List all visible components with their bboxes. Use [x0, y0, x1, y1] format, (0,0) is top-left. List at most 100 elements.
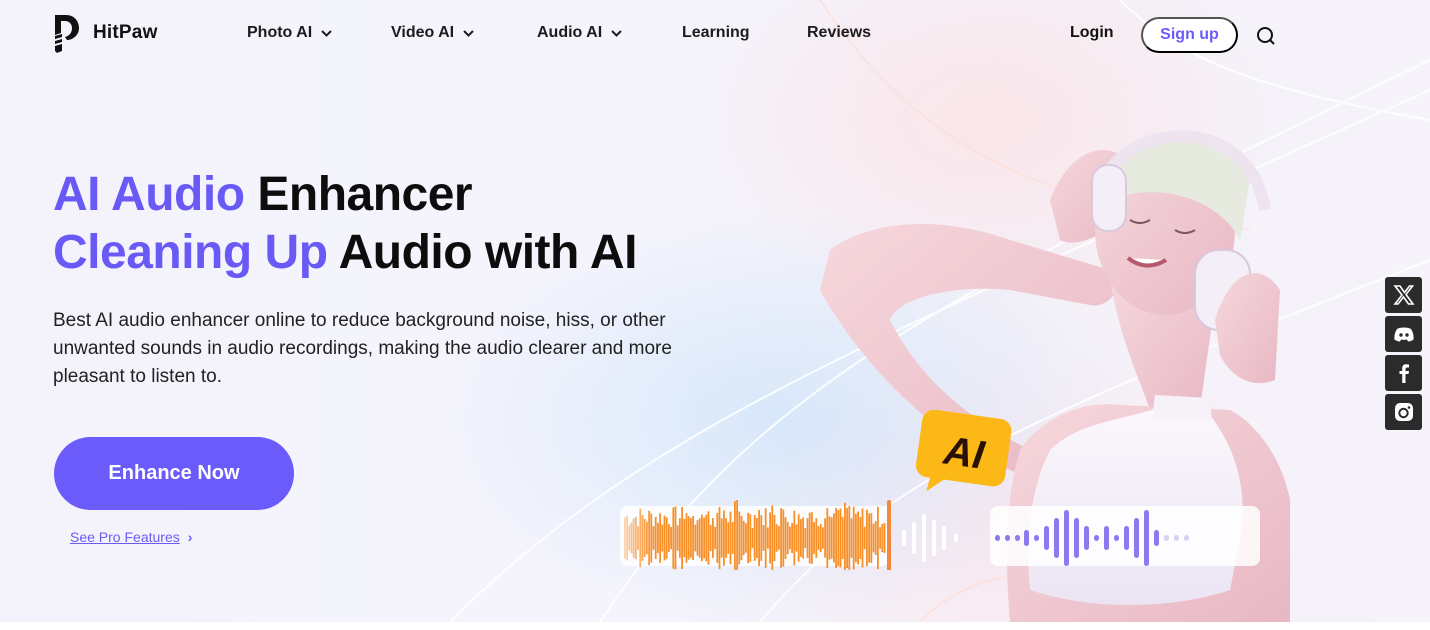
wave-bar	[863, 526, 866, 550]
wave-bar	[1134, 518, 1139, 558]
hitpaw-logo[interactable]: HitPaw	[53, 13, 158, 53]
title-accent-1: AI Audio	[53, 168, 245, 221]
wave-bar	[954, 534, 958, 542]
wave-bar	[995, 535, 1000, 541]
wave-bar	[866, 509, 868, 567]
wave-bar	[773, 514, 776, 562]
wave-bar	[703, 517, 705, 559]
wave-bar	[696, 520, 699, 556]
wave-bar	[844, 502, 846, 570]
wave-bar	[819, 523, 822, 553]
wave-bar	[665, 517, 668, 559]
see-pro-features-label: See Pro Features	[70, 529, 180, 545]
wave-bar	[932, 520, 936, 556]
wave-bar	[709, 525, 712, 551]
discord-icon	[1393, 327, 1414, 342]
wave-bar	[705, 514, 708, 562]
wave-bar	[723, 510, 725, 566]
wave-bar	[738, 511, 741, 565]
wave-bar	[1064, 510, 1069, 566]
wave-bar	[734, 501, 736, 570]
x-icon	[1392, 285, 1415, 305]
wave-bar	[802, 517, 804, 559]
wave-bar	[1054, 518, 1059, 558]
enhance-now-button[interactable]: Enhance Now	[54, 437, 294, 510]
wave-bar	[771, 505, 774, 570]
nav-audio-ai[interactable]: Audio AI	[537, 24, 622, 42]
chevron-right-icon: ›	[187, 529, 193, 545]
login-link[interactable]: Login	[1070, 24, 1114, 42]
wave-bar	[1174, 535, 1179, 541]
wave-bar	[874, 521, 877, 555]
nav-video-ai-label: Video AI	[391, 24, 455, 41]
wave-bar	[628, 525, 631, 551]
wave-bar	[1144, 510, 1149, 566]
wave-bar	[922, 514, 926, 562]
wave-bar	[828, 516, 831, 560]
wave-bar	[714, 526, 716, 550]
wave-bar	[1074, 518, 1079, 558]
wave-bar	[758, 509, 760, 567]
social-discord-button[interactable]	[1385, 316, 1422, 352]
wave-bar	[751, 527, 754, 549]
wave-bar	[657, 522, 659, 554]
nav-audio-ai-label: Audio AI	[537, 24, 603, 41]
wave-bar	[868, 513, 870, 563]
chevron-down-icon	[611, 29, 622, 37]
wave-bar	[729, 511, 732, 565]
social-x-button[interactable]	[1385, 277, 1422, 313]
social-instagram-button[interactable]	[1385, 394, 1422, 430]
wave-bar	[681, 506, 683, 570]
nav-learning[interactable]: Learning	[682, 24, 750, 42]
social-facebook-button[interactable]	[1385, 355, 1422, 391]
signup-button[interactable]: Sign up	[1141, 17, 1238, 53]
wave-bar	[701, 514, 703, 562]
wave-bar	[797, 514, 800, 562]
hitpaw-logo-icon	[55, 15, 79, 53]
search-icon[interactable]	[1256, 26, 1276, 46]
wave-bar	[800, 519, 802, 557]
wave-bar	[841, 517, 844, 559]
wave-bar	[782, 509, 785, 567]
transition-waveform	[902, 514, 958, 562]
wave-bar	[1005, 535, 1010, 541]
nav-video-ai[interactable]: Video AI	[391, 24, 474, 42]
wave-bar	[806, 518, 809, 558]
wave-bar	[815, 518, 818, 558]
wave-bar	[769, 512, 771, 564]
wave-bar	[808, 512, 811, 564]
wave-bar	[690, 518, 692, 558]
see-pro-features-link[interactable]: See Pro Features ›	[70, 529, 192, 545]
wave-bar	[837, 509, 840, 567]
wave-bar	[742, 520, 745, 556]
wave-bar	[784, 517, 787, 559]
wave-bar	[846, 508, 848, 568]
wave-bar	[727, 522, 730, 554]
wave-bar	[775, 524, 778, 552]
nav-photo-ai-label: Photo AI	[247, 24, 313, 41]
title-accent-2: Cleaning Up	[53, 226, 328, 279]
wave-bar	[753, 515, 756, 561]
wave-bar	[848, 506, 851, 570]
wave-bar	[716, 513, 719, 563]
wave-bar	[676, 525, 679, 551]
wave-bar	[635, 516, 637, 560]
social-sidebar	[1385, 277, 1422, 433]
wave-bar	[1094, 535, 1099, 541]
nav-reviews[interactable]: Reviews	[807, 24, 871, 42]
wave-bar	[692, 515, 694, 561]
nav-photo-ai[interactable]: Photo AI	[247, 24, 332, 42]
wave-bar	[817, 526, 820, 550]
wave-bar	[659, 513, 661, 563]
wave-bar	[674, 506, 677, 570]
wave-bar	[789, 526, 791, 550]
wave-bar	[795, 524, 798, 552]
wave-bar	[850, 518, 853, 558]
wave-bar	[879, 527, 881, 549]
wave-bar	[826, 508, 829, 568]
nav-reviews-label: Reviews	[807, 24, 872, 41]
facebook-icon	[1399, 364, 1409, 383]
wave-bar	[1024, 530, 1029, 546]
wave-bar	[760, 515, 763, 561]
title-dark-1: Enhancer	[257, 168, 473, 221]
